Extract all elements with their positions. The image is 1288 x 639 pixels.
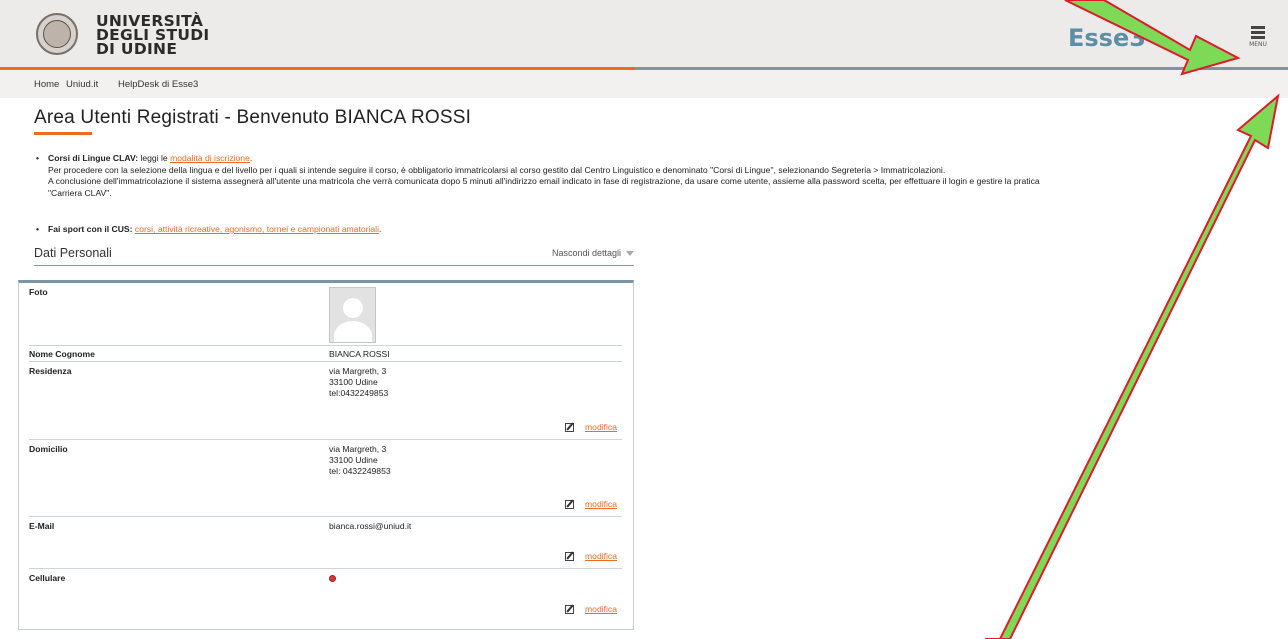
edit-icon[interactable] bbox=[565, 552, 574, 561]
residenza-value: via Margreth, 3 33100 Udine tel:04322498… bbox=[329, 366, 388, 399]
notice-cus: • Fai sport con il CUS: corsi, attività … bbox=[36, 224, 382, 234]
name-value: BIANCA ROSSI bbox=[329, 349, 390, 359]
personal-data-panel: Foto Nome Cognome BIANCA ROSSI Residenza… bbox=[18, 280, 634, 630]
residenza-line-1: via Margreth, 3 bbox=[329, 366, 387, 376]
breadcrumb-home[interactable]: Home bbox=[34, 79, 59, 90]
menu-button[interactable]: MENU bbox=[1245, 24, 1271, 52]
edit-icon[interactable] bbox=[565, 423, 574, 432]
residenza-edit-link[interactable]: modifica bbox=[585, 422, 617, 432]
residenza-line-2: 33100 Udine bbox=[329, 377, 378, 387]
email-value: bianca.rossi@uniud.it bbox=[329, 521, 412, 531]
clav-line-2: Per procedere con la selezione della lin… bbox=[48, 164, 946, 175]
cus-label: Fai sport con il CUS: bbox=[48, 224, 133, 234]
row-nome-cognome: Nome Cognome BIANCA ROSSI bbox=[29, 346, 622, 362]
avatar-placeholder-icon bbox=[329, 287, 376, 343]
section-title: Dati Personali bbox=[34, 246, 112, 260]
notice-clav: • Corsi di Lingue CLAV: leggi le modalit… bbox=[36, 153, 1276, 199]
email-edit-link[interactable]: modifica bbox=[585, 551, 617, 561]
domicilio-line-3: tel: 0432249853 bbox=[329, 466, 391, 476]
breadcrumb: Home Uniud.it HelpDesk di Esse3 bbox=[0, 70, 1288, 98]
email-label: E-Mail bbox=[29, 521, 55, 531]
edit-icon[interactable] bbox=[565, 605, 574, 614]
hamburger-icon bbox=[1251, 26, 1265, 29]
toggle-label: Nascondi dettagli bbox=[551, 248, 621, 258]
breadcrumb-helpdesk[interactable]: HelpDesk di Esse3 bbox=[118, 79, 198, 90]
page-title: Area Utenti Registrati - Benvenuto BIANC… bbox=[34, 107, 472, 128]
clav-text: leggi le bbox=[138, 153, 171, 163]
title-underline bbox=[34, 132, 92, 135]
cellulare-label: Cellulare bbox=[29, 573, 66, 583]
university-seal-logo[interactable] bbox=[36, 13, 78, 55]
cellulare-edit-link[interactable]: modifica bbox=[585, 604, 617, 614]
foto-label: Foto bbox=[29, 287, 48, 297]
residenza-line-3: tel:0432249853 bbox=[329, 388, 389, 398]
residenza-label: Residenza bbox=[29, 366, 72, 376]
domicilio-label: Domicilio bbox=[29, 444, 68, 454]
row-foto: Foto bbox=[29, 283, 622, 346]
bullet-icon: • bbox=[36, 224, 40, 234]
university-logo-text[interactable]: UNIVERSITÀ DEGLI STUDI DI UDINE bbox=[96, 13, 209, 58]
edit-icon[interactable] bbox=[565, 500, 574, 509]
clav-label: Corsi di Lingue CLAV: bbox=[48, 153, 139, 163]
toggle-details-button[interactable]: Nascondi dettagli bbox=[552, 248, 634, 258]
bullet-icon: • bbox=[36, 153, 40, 163]
section-header-dati-personali: Dati Personali Nascondi dettagli bbox=[34, 244, 634, 266]
row-domicilio: Domicilio via Margreth, 3 33100 Udine te… bbox=[29, 440, 622, 517]
clav-link[interactable]: modalità di iscrizione bbox=[170, 153, 250, 163]
caret-down-icon bbox=[626, 251, 634, 257]
breadcrumb-uniud[interactable]: Uniud.it bbox=[66, 79, 98, 90]
row-residenza: Residenza via Margreth, 3 33100 Udine te… bbox=[29, 362, 622, 440]
missing-value-icon bbox=[329, 575, 336, 582]
row-email: E-Mail bianca.rossi@uniud.it modifica bbox=[29, 517, 622, 569]
clav-line-4: "Carriera CLAV". bbox=[48, 187, 112, 198]
domicilio-line-2: 33100 Udine bbox=[329, 455, 378, 465]
name-label: Nome Cognome bbox=[29, 349, 95, 359]
domicilio-line-1: via Margreth, 3 bbox=[329, 444, 387, 454]
site-header: UNIVERSITÀ DEGLI STUDI DI UDINE Esse3 ME… bbox=[0, 0, 1288, 68]
domicilio-value: via Margreth, 3 33100 Udine tel: 0432249… bbox=[329, 444, 391, 477]
menu-label: MENU bbox=[1249, 41, 1267, 48]
clav-line-3: A conclusione dell'immatricolazione il s… bbox=[48, 176, 1040, 186]
cus-link[interactable]: corsi, attività ricreative, agonismo, to… bbox=[135, 224, 379, 234]
logo-line-3: DI UDINE bbox=[96, 40, 178, 58]
row-cellulare: Cellulare modifica bbox=[29, 569, 622, 621]
app-name: Esse3 bbox=[1068, 24, 1146, 52]
domicilio-edit-link[interactable]: modifica bbox=[585, 499, 617, 509]
